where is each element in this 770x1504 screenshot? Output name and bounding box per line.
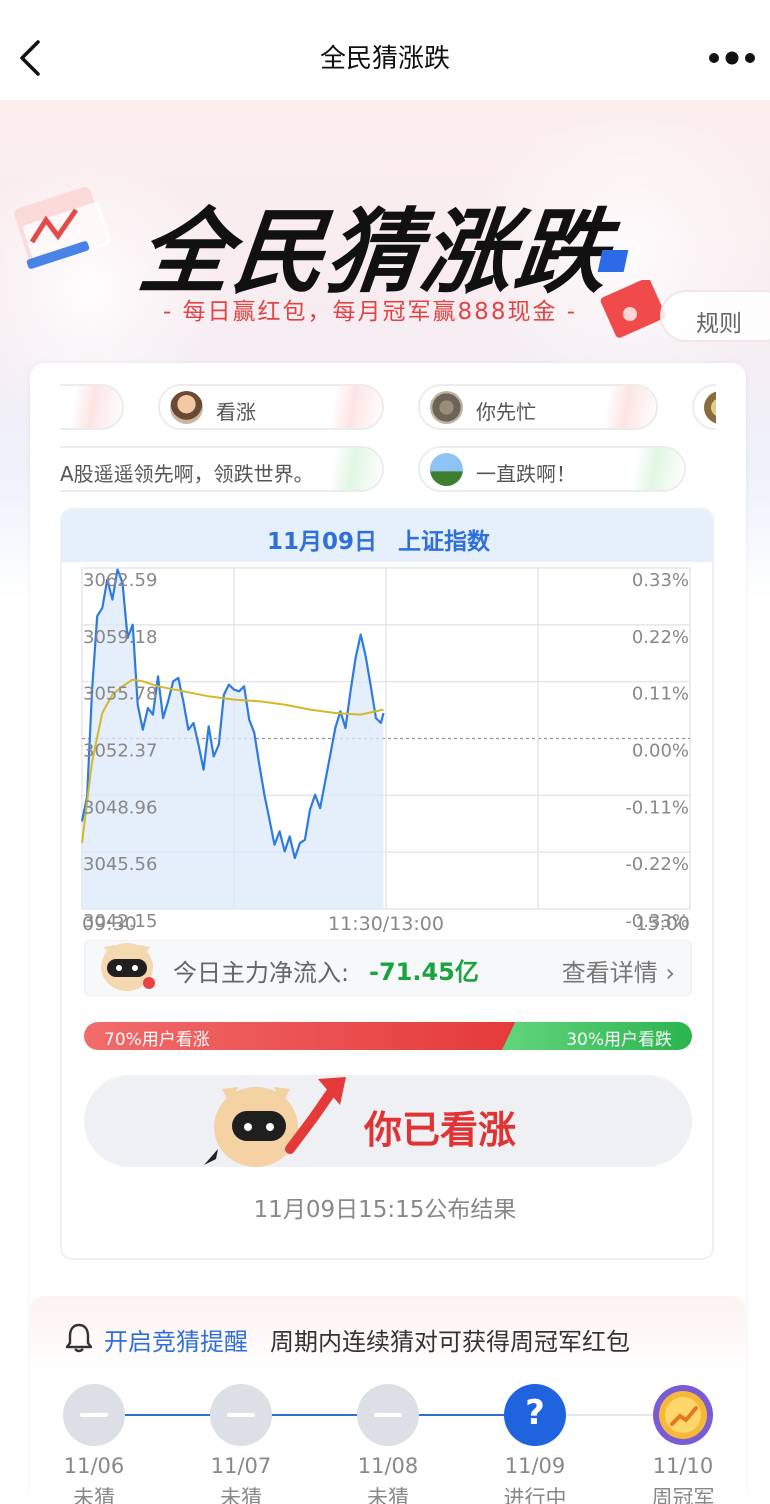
- y-tick-label-left: 3048.96: [83, 797, 157, 818]
- vote-ratio-bar: 70%用户看涨 30%用户看跌: [84, 1022, 692, 1050]
- y-tick-label-left: 3055.78: [83, 684, 157, 705]
- comment-chip: [60, 384, 124, 430]
- y-tick-label-left: 3062.59: [83, 570, 157, 591]
- result-label: 你已看涨: [364, 1108, 517, 1152]
- chart-date: 11月09日: [267, 529, 378, 555]
- day-step: 11/07 未猜: [180, 1384, 300, 1504]
- page-title: 全民猜涨跌: [319, 44, 450, 74]
- not-guessed-icon: [357, 1384, 419, 1446]
- comment-chip: 看涨: [158, 384, 384, 430]
- x-tick-label: 11:30/13:00: [328, 913, 444, 935]
- comment-chip: A股遥遥领先啊，领跌世界。: [60, 446, 384, 492]
- up-tag-icon: [322, 386, 382, 428]
- progress-line-done: [94, 1414, 534, 1416]
- avatar: [430, 453, 463, 486]
- mascot-rising-arrow-icon: [204, 1077, 346, 1167]
- weekly-champion-badge-icon: [653, 1385, 713, 1445]
- avatar: [704, 391, 716, 424]
- flow-label: 今日主力净流入:: [173, 959, 350, 987]
- y-tick-label-right: -0.22%: [625, 854, 689, 875]
- hero-title-accent: [597, 250, 629, 272]
- question-mark-icon: ?: [504, 1384, 566, 1446]
- comment-chip: 一直跌啊！: [418, 446, 686, 492]
- x-tick-label: 09:30: [82, 913, 137, 935]
- x-tick-label: 15:00: [635, 913, 690, 935]
- up-tag-icon: [62, 386, 122, 428]
- enable-reminder-link[interactable]: 开启竞猜提醒: [104, 1322, 248, 1357]
- y-tick-label-right: 0.22%: [632, 627, 689, 648]
- more-options-icon[interactable]: [708, 50, 756, 66]
- y-tick-label-right: 0.11%: [632, 684, 689, 705]
- y-tick-label-left: 3045.56: [83, 854, 157, 875]
- avatar: [430, 391, 463, 424]
- intraday-chart: 3062.59 3059.18 3055.78 3052.37 3048.96 3045.…: [80, 567, 691, 935]
- not-guessed-icon: [63, 1384, 125, 1446]
- y-tick-label-right: 0.33%: [632, 570, 689, 591]
- flow-value: -71.45亿: [369, 958, 479, 986]
- day-step: 11/08 未猜: [327, 1384, 447, 1504]
- red-envelope-icon: [600, 280, 666, 338]
- day-step: 11/06 未猜: [33, 1384, 153, 1504]
- not-guessed-icon: [210, 1384, 272, 1446]
- reminder-description: 周期内连续猜对可获得周冠军红包: [270, 1328, 630, 1356]
- publish-time-note: 11月09日15:15公布结果: [253, 1197, 517, 1223]
- chart-card-decoration-icon: [14, 186, 111, 269]
- day-step-current: ? 11/09 进行中: [474, 1384, 594, 1504]
- up-tag-icon: [596, 386, 656, 428]
- comment-chip: 你先忙: [418, 384, 658, 430]
- y-tick-label-left: 3052.37: [83, 741, 157, 762]
- comment-chip: [692, 384, 716, 430]
- index-name: 上证指数: [398, 529, 490, 555]
- down-tag-icon: [624, 448, 684, 490]
- chart-header: 11月09日 上证指数: [62, 510, 712, 562]
- nav-bar: 全民猜涨跌: [0, 0, 770, 100]
- y-tick-label-left: 3059.18: [83, 627, 157, 648]
- view-details-link[interactable]: 查看详情 ›: [562, 953, 675, 988]
- y-tick-label-right: 0.00%: [632, 741, 689, 762]
- guess-result-button[interactable]: 你已看涨: [84, 1075, 692, 1167]
- rules-button[interactable]: 规则: [660, 290, 770, 342]
- mascot-icon: [101, 943, 155, 991]
- comment-barrage: 看涨 你先忙 A股遥遥领先啊，领跌世界。 一直跌啊！: [60, 380, 716, 500]
- vote-up-label: 70%用户看涨: [104, 1030, 210, 1050]
- day-step-champion: 11/10 周冠军: [622, 1384, 742, 1504]
- vote-down-label: 30%用户看跌: [566, 1030, 672, 1050]
- y-tick-label-right: -0.11%: [625, 797, 689, 818]
- capital-flow-row[interactable]: 今日主力净流入: -71.45亿 查看详情 ›: [84, 940, 692, 996]
- bell-icon[interactable]: [64, 1322, 94, 1354]
- down-tag-icon: [322, 448, 382, 490]
- avatar: [170, 391, 203, 424]
